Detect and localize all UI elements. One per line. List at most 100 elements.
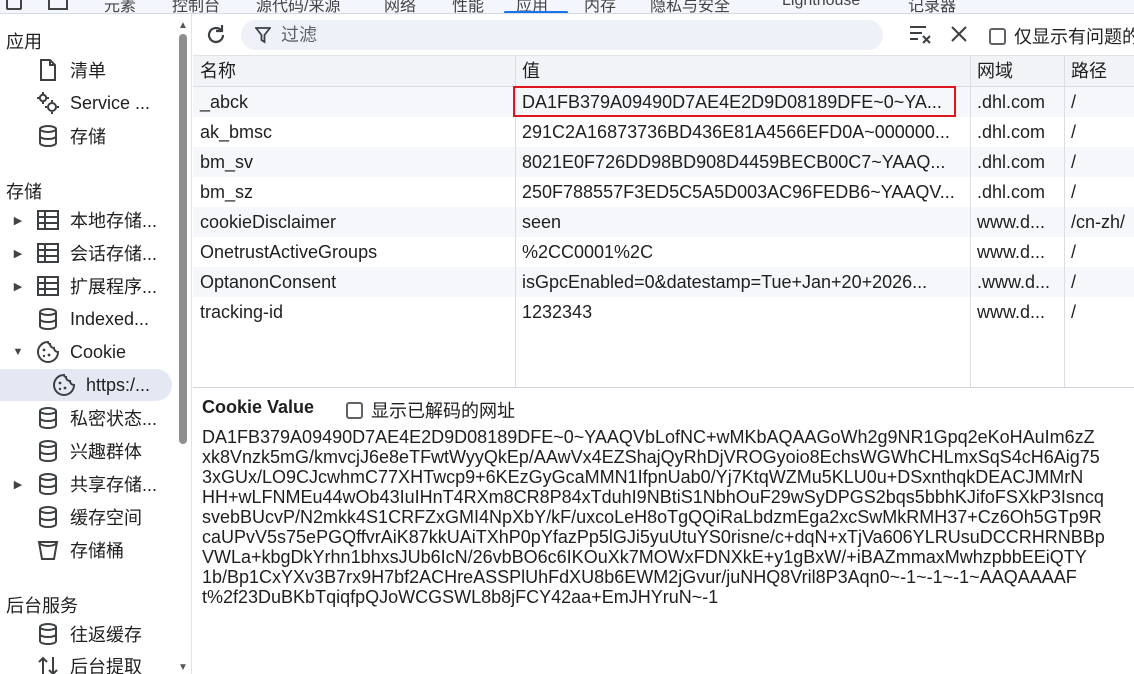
sidebar-item-storage[interactable]: 存储 (36, 120, 106, 152)
column-header-domain[interactable]: 网域 (970, 56, 1064, 87)
cell-domain: www.d... (977, 242, 1046, 262)
column-divider[interactable] (1064, 56, 1065, 387)
sidebar-item-background-fetch[interactable]: 后台提取 (36, 650, 142, 674)
table-row[interactable]: OptanonConsent isGpcEnabled=0&datestamp=… (193, 267, 1134, 297)
chevron-right-icon[interactable]: ▶ (10, 280, 26, 293)
column-header-path[interactable]: 路径 (1064, 56, 1134, 87)
cell-path: / (1071, 152, 1077, 172)
sidebar-item-label: 往返缓存 (70, 625, 142, 645)
cell-path: / (1071, 92, 1077, 112)
cookie-value-line: xk8Vnzk5mG/kmvcjJ6e8eTFwtWyyQkEp/AAwVx4E… (202, 447, 1100, 467)
tab-performance[interactable]: 性能 (452, 0, 484, 13)
table-icon (36, 241, 60, 265)
show-decoded-label: 显示已解码的网址 (371, 401, 515, 421)
database-icon (36, 622, 60, 646)
cookie-value-text: DA1FB379A09490D7AE4E2D9D08189DFE~0~YAAQV… (202, 427, 1134, 607)
cell-domain: .dhl.com (977, 152, 1046, 172)
scroll-up-arrow[interactable]: ▲ (178, 20, 188, 31)
cell-path: / (1071, 122, 1077, 142)
column-header-value[interactable]: 值 (515, 56, 970, 87)
sidebar-item-session-storage[interactable]: ▶ 会话存储... (10, 237, 157, 269)
clear-all-cookies-icon[interactable] (909, 23, 933, 50)
database-icon (36, 406, 60, 430)
close-icon[interactable] (949, 23, 969, 50)
cookies-toolbar: 仅显示有问题的 (193, 14, 1134, 56)
tab-sources[interactable]: 源代码/来源 (256, 0, 340, 13)
sidebar-item-cache-storage[interactable]: 缓存空间 (36, 501, 142, 533)
sidebar-item-extension-storage[interactable]: ▶ 扩展程序... (10, 270, 157, 302)
table-icon (36, 208, 60, 232)
scroll-down-arrow[interactable]: ▼ (178, 662, 188, 673)
cell-value: 1232343 (522, 302, 593, 322)
table-row[interactable]: cookieDisclaimer seen www.d... /cn-zh/ (193, 207, 1134, 237)
cookie-value-line: caUPvV5s75ePGQffvrAiK87kkUAiTXhP0pYfazPp… (202, 527, 1105, 547)
cookie-value-line: svebBUcvP/N2mkk4S1CRFZxGMI4NpXbY/kF/uxco… (202, 507, 1102, 527)
tab-console[interactable]: 控制台 (172, 0, 220, 13)
tab-elements[interactable]: 元素 (104, 0, 136, 13)
cell-domain: www.d... (977, 302, 1046, 322)
chevron-right-icon[interactable]: ▶ (10, 214, 26, 227)
cell-path: / (1071, 182, 1077, 202)
cookie-value-title: Cookie Value (202, 397, 315, 417)
sidebar-item-label: 缓存空间 (70, 508, 142, 528)
cookie-value-line: 1b/Bp1CxYXv3B7rx9H7bf2ACHreASSPlUhFdXU8b… (202, 567, 1077, 587)
table-row[interactable]: ak_bmsc 291C2A16873736BD436E81A4566EFD0A… (193, 117, 1134, 147)
cell-domain: www.d... (977, 212, 1046, 232)
cell-name: tracking-id (200, 302, 284, 322)
sidebar-item-private-state-tokens[interactable]: 私密状态... (36, 402, 157, 434)
table-icon (36, 274, 60, 298)
sidebar-item-indexeddb[interactable]: Indexed... (36, 303, 149, 335)
sidebar-item-label: Indexed... (70, 308, 150, 329)
refresh-icon[interactable] (203, 22, 229, 48)
sidebar-scrollbar[interactable] (179, 34, 187, 444)
cell-domain: .dhl.com (977, 182, 1046, 202)
chevron-right-icon[interactable]: ▶ (10, 478, 26, 491)
filter-field[interactable] (241, 20, 883, 50)
table-row[interactable]: OnetrustActiveGroups %2CC0001%2C www.d..… (193, 237, 1134, 267)
show-decoded-checkbox[interactable] (346, 401, 363, 419)
filter-input[interactable] (281, 24, 841, 46)
sidebar-item-interest-groups[interactable]: 兴趣群体 (36, 435, 142, 467)
sidebar-item-label: Service ... (70, 92, 151, 113)
section-storage: 存储 (6, 182, 42, 202)
devtools-tab-strip: 元素 控制台 源代码/来源 网络 性能 应用 内存 隐私与安全 Lighthou… (0, 0, 1134, 14)
column-header-name[interactable]: 名称 (193, 56, 515, 87)
sidebar-item-cookies[interactable]: ▼ Cookie (10, 336, 126, 368)
funnel-icon (255, 26, 271, 44)
tab-recorder[interactable]: 记录器 (908, 0, 956, 13)
sidebar-item-label: 扩展程序... (70, 277, 158, 297)
tab-network[interactable]: 网络 (384, 0, 416, 13)
database-icon (36, 472, 60, 496)
cell-domain: .www.d... (977, 272, 1051, 292)
tab-privacy-security[interactable]: 隐私与安全 (650, 0, 730, 13)
sidebar-item-manifest[interactable]: 清单 (36, 54, 106, 86)
table-header: 名称 值 网域 路径 (193, 56, 1134, 87)
device-toolbar-icon[interactable] (48, 0, 68, 10)
sidebar-item-shared-storage[interactable]: ▶ 共享存储... (10, 468, 157, 500)
inspect-icon[interactable] (6, 0, 22, 10)
sidebar-item-storage-buckets[interactable]: 存储桶 (36, 534, 124, 566)
cell-value: 291C2A16873736BD436E81A4566EFD0A~000000.… (522, 122, 950, 142)
table-row[interactable]: tracking-id 1232343 www.d... / (193, 297, 1134, 327)
tab-memory[interactable]: 内存 (584, 0, 616, 13)
only-show-issues-toggle[interactable]: 仅显示有问题的 (989, 23, 1134, 49)
chevron-right-icon[interactable]: ▶ (10, 247, 26, 260)
table-row[interactable]: bm_sv 8021E0F726DD98BD908D4459BECB00C7~Y… (193, 147, 1134, 177)
database-icon (36, 307, 60, 331)
sidebar-item-label: 后台提取 (70, 657, 142, 674)
sidebar-item-service-workers[interactable]: Service ... (36, 87, 150, 119)
sidebar-item-local-storage[interactable]: ▶ 本地存储... (10, 204, 157, 236)
swap-arrows-icon (36, 654, 60, 674)
sidebar-item-back-forward-cache[interactable]: 往返缓存 (36, 618, 142, 650)
tab-lighthouse[interactable]: Lighthouse (782, 0, 860, 10)
cell-value: 8021E0F726DD98BD908D4459BECB00C7~YAAQ... (522, 152, 946, 172)
sidebar-item-label: 会话存储... (70, 244, 158, 264)
chevron-down-icon[interactable]: ▼ (10, 346, 26, 358)
only-issues-checkbox[interactable] (989, 27, 1006, 45)
sidebar-item-label: 兴趣群体 (70, 442, 142, 462)
cookie-icon (52, 373, 76, 397)
sidebar-item-cookie-origin[interactable]: https:/... (0, 369, 172, 401)
show-decoded-toggle[interactable]: 显示已解码的网址 (346, 397, 515, 423)
column-divider[interactable] (970, 56, 971, 387)
table-row[interactable]: bm_sz 250F788557F3ED5C5A5D003AC96FEDB6~Y… (193, 177, 1134, 207)
